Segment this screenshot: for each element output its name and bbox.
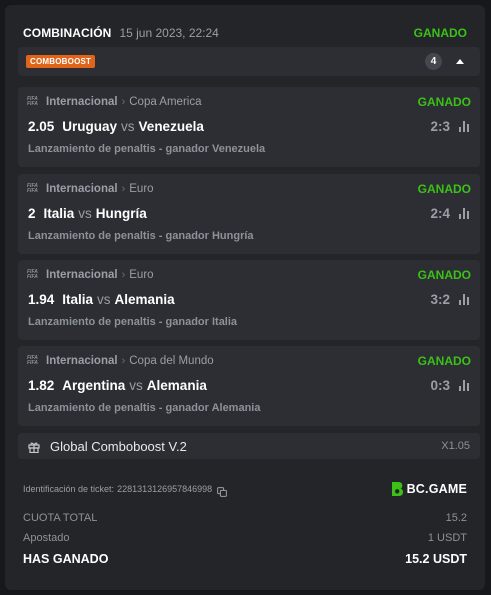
competition-country: Internacional: [46, 183, 118, 195]
global-comboboost-label: Global Comboboost V.2: [50, 438, 187, 454]
staked-row: Apostado 1 USDT: [23, 530, 467, 546]
chevron-up-icon[interactable]: [456, 59, 464, 64]
leg-status: GANADO: [417, 268, 471, 282]
leg-status: GANADO: [417, 95, 471, 109]
leg-status: GANADO: [417, 354, 471, 368]
leg-odds: 1.94: [28, 291, 55, 307]
total-odds-value: 15.2: [445, 512, 467, 524]
bet-leg: FIFA FIFA Internacional › Copa America GA…: [18, 87, 480, 167]
fifa-logo-icon: FIFA FIFA: [27, 269, 38, 280]
breadcrumb-separator: ›: [121, 96, 126, 108]
bet-status: GANADO: [413, 26, 467, 40]
stats-bars-icon[interactable]: [459, 379, 471, 391]
won-value: 15.2 USDT: [405, 552, 467, 566]
stats-bars-icon[interactable]: [459, 293, 471, 305]
ticket-header: COMBINACIÓN 15 jun 2023, 22:24 GANADO: [23, 23, 467, 43]
away-team: Alemania: [114, 291, 175, 307]
away-team: Venezuela: [138, 118, 204, 134]
home-team: Argentina: [62, 377, 126, 393]
leg-market: Lanzamiento de penaltis - ganador Hungrí…: [28, 230, 254, 242]
away-team: Hungría: [95, 205, 147, 221]
ticket-id-label: Identificación de ticket:: [23, 484, 115, 494]
stats-bars-icon[interactable]: [459, 207, 471, 219]
competition-tournament: Euro: [129, 269, 154, 281]
home-team: Italia: [43, 205, 75, 221]
brand-logo: BC.GAME: [390, 481, 467, 497]
vs-label: vs: [129, 377, 143, 393]
fifa-logo-icon: FIFA FIFA: [27, 183, 38, 194]
brand-name: BC.GAME: [406, 482, 467, 496]
vs-label: vs: [78, 205, 92, 221]
comboboost-badge: COMBOBOOST: [26, 55, 96, 68]
total-odds-label: CUOTA TOTAL: [23, 512, 98, 524]
copy-icon[interactable]: [217, 484, 228, 497]
breadcrumb-separator: ›: [121, 355, 126, 367]
final-score: 2:4: [430, 205, 450, 221]
breadcrumb-separator: ›: [121, 183, 126, 195]
leg-odds: 2: [28, 205, 36, 221]
bc-game-logo-icon: [390, 481, 404, 497]
home-team: Uruguay: [62, 118, 118, 134]
leg-odds: 1.82: [28, 377, 55, 393]
leg-status: GANADO: [417, 182, 471, 196]
bet-ticket-card: COMBINACIÓN 15 jun 2023, 22:24 GANADO CO…: [5, 5, 485, 590]
stats-bars-icon[interactable]: [459, 120, 471, 132]
leg-market: Lanzamiento de penaltis - ganador Italia: [28, 316, 238, 328]
home-team: Italia: [62, 291, 94, 307]
total-odds-row: CUOTA TOTAL 15.2: [23, 510, 467, 526]
vs-label: vs: [121, 118, 135, 134]
legs-count-badge: 4: [425, 53, 442, 70]
global-comboboost-multiplier: X1.05: [441, 440, 470, 452]
final-score: 3:2: [430, 291, 450, 307]
staked-label: Apostado: [23, 532, 70, 544]
vs-label: vs: [97, 291, 111, 307]
bet-date: 15 jun 2023, 22:24: [119, 26, 219, 40]
competition-tournament: Copa del Mundo: [129, 355, 214, 367]
won-row: HAS GANADO 15.2 USDT: [23, 551, 467, 567]
final-score: 0:3: [430, 377, 450, 393]
competition-country: Internacional: [46, 355, 118, 367]
comboboost-row[interactable]: COMBOBOOST 4: [18, 47, 480, 76]
leg-market: Lanzamiento de penaltis - ganador Venezu…: [28, 143, 266, 155]
fifa-logo-icon: FIFA FIFA: [27, 355, 38, 366]
ticket-id-value: 2281313126957846998: [117, 484, 213, 494]
bet-type-title: COMBINACIÓN: [23, 26, 112, 40]
away-team: Alemania: [146, 377, 207, 393]
bet-leg: FIFA FIFA Internacional › Euro GANADO 2 I…: [18, 174, 480, 254]
breadcrumb-separator: ›: [121, 269, 126, 281]
gift-icon: [28, 440, 40, 454]
bet-leg: FIFA FIFA Internacional › Euro GANADO 1.9…: [18, 260, 480, 340]
staked-value: 1 USDT: [427, 532, 467, 544]
ticket-id-row: Identificación de ticket: 22813131269578…: [23, 479, 467, 499]
fifa-logo-icon: FIFA FIFA: [27, 96, 38, 107]
competition-country: Internacional: [46, 96, 118, 108]
won-label: HAS GANADO: [23, 552, 109, 566]
bet-leg: FIFA FIFA Internacional › Copa del Mundo …: [18, 346, 480, 426]
leg-odds: 2.05: [28, 118, 55, 134]
global-comboboost-row: Global Comboboost V.2 X1.05: [18, 433, 480, 459]
competition-country: Internacional: [46, 269, 118, 281]
final-score: 2:3: [430, 118, 450, 134]
competition-tournament: Euro: [129, 183, 154, 195]
leg-market: Lanzamiento de penaltis - ganador Aleman…: [28, 402, 261, 414]
competition-tournament: Copa America: [129, 96, 202, 108]
